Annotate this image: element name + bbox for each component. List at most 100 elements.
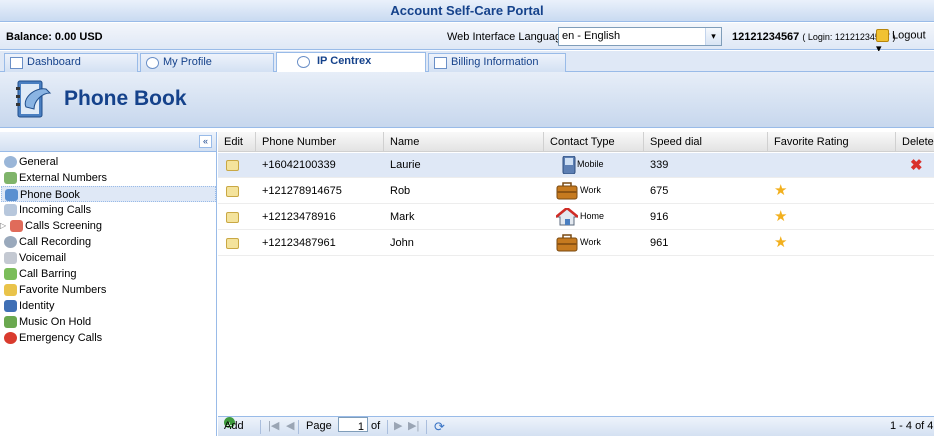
home-icon (556, 208, 578, 226)
calls-screening-icon (10, 220, 23, 232)
table-row[interactable]: +16042100339 Laurie Mobile 339 ✖ (218, 153, 934, 178)
sidebar-item-incoming-calls[interactable]: Incoming Calls (1, 202, 216, 218)
gear-icon (297, 56, 310, 68)
speed-dial-cell: 675 (650, 185, 669, 197)
sidebar-item-label: Call Barring (19, 268, 77, 280)
table-row[interactable]: +12123487961 John Work 961 ★ (218, 231, 934, 256)
next-page-icon[interactable]: ▶ (394, 417, 402, 436)
tab-label: Billing Information (451, 56, 539, 68)
billing-icon (434, 57, 447, 69)
column-delete[interactable]: Delete (896, 132, 934, 152)
expand-arrow-icon[interactable]: ▷ (0, 218, 6, 234)
contact-type-cell: Home (580, 211, 605, 221)
identity-icon (4, 300, 17, 312)
sidebar-item-voicemail[interactable]: Voicemail (1, 250, 216, 266)
account-info: 12121234567 ( Login: 12121234567 ) (732, 31, 895, 43)
refresh-icon[interactable]: ⟳ (434, 417, 445, 436)
grid-pager: + Add |◀ ◀ Page 1 of ▶ ▶| ⟳ 1 - 4 of 4 (218, 416, 934, 436)
sidebar-item-call-recording[interactable]: Call Recording (1, 234, 216, 250)
phone-book-grid: Edit Phone Number Name Contact Type Spee… (218, 132, 934, 436)
external-numbers-icon (4, 172, 17, 184)
column-favorite-rating[interactable]: Favorite Rating (768, 132, 896, 152)
sidebar-item-label: Call Recording (19, 236, 92, 248)
call-barring-icon (4, 268, 17, 280)
sidebar-item-label: Emergency Calls (19, 332, 103, 344)
edit-icon[interactable] (226, 238, 239, 249)
edit-icon[interactable] (226, 212, 239, 223)
account-bar: Balance: 0.00 USD Web Interface Language… (0, 23, 934, 55)
phone-number-cell: +12123478916 (262, 211, 336, 223)
logout-label: Logout (892, 29, 926, 42)
sidebar-item-calls-screening[interactable]: ▷ Calls Screening (0, 218, 216, 234)
favorite-star-icon[interactable]: ★ (774, 183, 787, 199)
favorite-star-icon[interactable]: ★ (774, 235, 787, 251)
tab-dashboard[interactable]: Dashboard (4, 53, 138, 72)
contact-type-cell: Mobile (577, 159, 604, 169)
sidebar-item-label: Incoming Calls (19, 204, 92, 216)
sidebar-item-call-barring[interactable]: Call Barring (1, 266, 216, 282)
account-id: 12121234567 (732, 31, 800, 43)
gear-icon (4, 156, 17, 168)
tab-my-profile[interactable]: My Profile (140, 53, 274, 72)
sidebar-item-phone-book[interactable]: Phone Book (1, 186, 216, 202)
sidebar-item-emergency-calls[interactable]: Emergency Calls (1, 330, 216, 346)
sidebar-item-external-numbers[interactable]: External Numbers (1, 170, 216, 186)
edit-icon[interactable] (226, 160, 239, 171)
sidebar-item-music-on-hold[interactable]: Music On Hold (1, 314, 216, 330)
language-select[interactable]: en - English ▾ (558, 27, 722, 46)
column-phone-number[interactable]: Phone Number (256, 132, 384, 152)
sidebar-item-label: External Numbers (19, 172, 108, 184)
sidebar-item-label: General (19, 156, 59, 168)
delete-icon[interactable]: ✖ (910, 153, 923, 178)
page-label: Page (306, 420, 332, 432)
page-number-input[interactable]: 1 (338, 417, 368, 433)
favorite-numbers-icon (4, 284, 17, 296)
column-contact-type[interactable]: Contact Type (544, 132, 644, 152)
sidebar-item-label: Phone Book (20, 189, 80, 201)
speed-dial-cell: 961 (650, 237, 669, 249)
tab-label: Dashboard (27, 56, 81, 68)
sidebar-item-label: Favorite Numbers (19, 284, 107, 296)
tab-ip-centrex[interactable]: IP Centrex (276, 52, 426, 73)
sidebar-item-identity[interactable]: Identity (1, 298, 216, 314)
name-cell: John (390, 237, 414, 249)
first-page-icon[interactable]: |◀ (268, 417, 279, 436)
of-label: of (371, 420, 381, 432)
sidebar-item-label: Voicemail (19, 252, 67, 264)
lock-icon (876, 29, 889, 42)
collapse-sidebar-icon[interactable]: « (199, 135, 212, 148)
portal-title: Account Self-Care Portal (0, 0, 934, 22)
speed-dial-cell: 916 (650, 211, 669, 223)
table-row[interactable]: +12123478916 Mark Home 916 ★ (218, 205, 934, 230)
sidebar-item-label: Music On Hold (19, 316, 92, 328)
table-row[interactable]: +121278914675 Rob Work 675 ★ (218, 179, 934, 204)
music-icon (4, 316, 17, 328)
tab-label: My Profile (163, 56, 212, 68)
pager-separator (260, 420, 261, 434)
pager-separator (298, 420, 299, 434)
sidebar-item-label: Calls Screening (25, 220, 103, 232)
incoming-calls-icon (4, 204, 17, 216)
favorite-star-icon[interactable]: ★ (774, 209, 787, 225)
phone-book-icon (16, 80, 52, 118)
pager-summary: 1 - 4 of 4 (890, 420, 934, 432)
chevron-down-icon[interactable]: ▾ (705, 28, 721, 45)
briefcase-icon (556, 234, 578, 252)
last-page-icon[interactable]: ▶| (408, 417, 419, 436)
mobile-phone-icon (562, 156, 576, 174)
tab-billing-information[interactable]: Billing Information (428, 53, 566, 72)
sidebar-item-general[interactable]: General (1, 154, 216, 170)
column-edit[interactable]: Edit (218, 132, 256, 152)
column-speed-dial[interactable]: Speed dial (644, 132, 768, 152)
briefcase-icon (556, 182, 578, 200)
language-value: en - English (562, 30, 621, 42)
sidebar-item-favorite-numbers[interactable]: Favorite Numbers (1, 282, 216, 298)
edit-icon[interactable] (226, 186, 239, 197)
user-icon (146, 57, 159, 69)
previous-page-icon[interactable]: ◀ (286, 417, 294, 436)
tab-label: IP Centrex (317, 55, 372, 67)
balance-text: Balance: 0.00 USD (6, 31, 103, 43)
column-name[interactable]: Name (384, 132, 544, 152)
voicemail-icon (4, 252, 17, 264)
sidebar: « General External Numbers Phone Book In… (0, 132, 217, 436)
